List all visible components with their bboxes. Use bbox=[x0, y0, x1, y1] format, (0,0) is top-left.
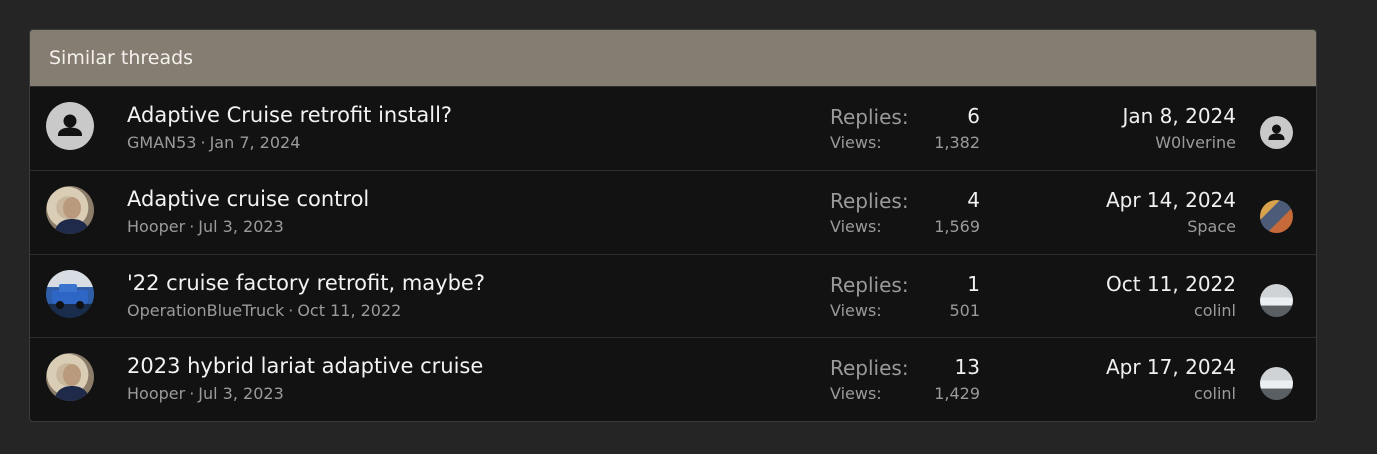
replies-label: Replies: bbox=[830, 188, 909, 213]
meta-separator: · bbox=[189, 384, 195, 404]
thread-row[interactable]: 2023 hybrid lariat adaptive cruise Hoope… bbox=[30, 337, 1316, 421]
replies-label: Replies: bbox=[830, 105, 909, 129]
last-post-date[interactable]: Oct 11, 2022 bbox=[1106, 272, 1236, 296]
thread-start-date[interactable]: Oct 11, 2022 bbox=[297, 301, 401, 320]
last-post-date[interactable]: Apr 14, 2024 bbox=[1106, 188, 1236, 212]
thread-title-link[interactable]: Adaptive cruise control bbox=[127, 187, 369, 211]
views-label: Views: bbox=[830, 216, 882, 236]
views-count: 1,382 bbox=[934, 133, 980, 152]
views-label: Views: bbox=[830, 300, 882, 320]
thread-row[interactable]: Adaptive cruise control Hooper · Jul 3, 20… bbox=[30, 169, 1316, 254]
views-count: 1,429 bbox=[934, 384, 980, 404]
thread-start-date[interactable]: Jan 7, 2024 bbox=[210, 133, 301, 152]
default-person-icon bbox=[1268, 124, 1285, 140]
thread-title-link[interactable]: Adaptive Cruise retrofit install? bbox=[127, 103, 452, 127]
views-label: Views: bbox=[830, 133, 882, 152]
thread-author-link[interactable]: Hooper bbox=[127, 217, 185, 236]
meta-separator: · bbox=[200, 133, 206, 152]
last-poster-link[interactable]: Space bbox=[1187, 217, 1236, 236]
thread-meta: Hooper · Jul 3, 2023 bbox=[127, 384, 284, 403]
meta-separator: · bbox=[189, 216, 195, 236]
author-avatar[interactable] bbox=[46, 353, 94, 402]
similar-threads-block: Similar threads Adaptive Cruise retrofit… bbox=[29, 29, 1317, 422]
views-label: Views: bbox=[830, 384, 882, 404]
meta-separator: · bbox=[288, 300, 294, 320]
user-photo-icon bbox=[54, 364, 90, 402]
thread-author-link[interactable]: Hooper bbox=[127, 384, 185, 403]
block-title: Similar threads bbox=[49, 47, 194, 69]
last-post-date[interactable]: Jan 8, 2024 bbox=[1122, 104, 1236, 128]
thread-title-link[interactable]: '22 cruise factory retrofit, maybe? bbox=[127, 271, 485, 295]
block-header: Similar threads bbox=[30, 30, 1316, 86]
author-avatar[interactable] bbox=[46, 185, 94, 234]
thread-title-link[interactable]: 2023 hybrid lariat adaptive cruise bbox=[127, 354, 483, 378]
last-poster-avatar[interactable] bbox=[1260, 367, 1293, 401]
last-poster-link[interactable]: W0lverine bbox=[1155, 133, 1236, 152]
last-poster-avatar[interactable] bbox=[1260, 116, 1293, 149]
thread-row[interactable]: '22 cruise factory retrofit, maybe? Oper… bbox=[30, 253, 1316, 338]
thread-author-link[interactable]: GMAN53 bbox=[127, 133, 196, 152]
thread-row[interactable]: Adaptive Cruise retrofit install? GMAN53… bbox=[30, 86, 1316, 170]
thread-meta: OperationBlueTruck · Oct 11, 2022 bbox=[127, 301, 401, 320]
last-poster-avatar[interactable] bbox=[1260, 199, 1293, 233]
default-person-icon bbox=[58, 114, 82, 136]
thread-author-link[interactable]: OperationBlueTruck bbox=[127, 301, 284, 320]
truck-photo-icon bbox=[52, 283, 88, 309]
replies-count: 4 bbox=[967, 187, 980, 212]
replies-count: 13 bbox=[954, 355, 980, 380]
thread-meta: Hooper · Jul 3, 2023 bbox=[127, 217, 284, 236]
last-poster-avatar[interactable] bbox=[1260, 283, 1293, 317]
replies-label: Replies: bbox=[830, 356, 909, 381]
replies-label: Replies: bbox=[830, 272, 909, 297]
thread-start-date[interactable]: Jul 3, 2023 bbox=[198, 217, 283, 236]
user-photo-icon bbox=[54, 196, 90, 234]
last-post-date[interactable]: Apr 17, 2024 bbox=[1106, 355, 1236, 379]
last-poster-link[interactable]: colinl bbox=[1194, 301, 1236, 320]
views-count: 501 bbox=[949, 300, 980, 320]
replies-count: 1 bbox=[967, 271, 980, 296]
author-avatar[interactable] bbox=[46, 102, 94, 150]
views-count: 1,569 bbox=[934, 216, 980, 236]
author-avatar[interactable] bbox=[46, 269, 94, 318]
replies-count: 6 bbox=[967, 104, 980, 128]
thread-start-date[interactable]: Jul 3, 2023 bbox=[198, 384, 283, 403]
last-poster-link[interactable]: colinl bbox=[1194, 384, 1236, 403]
thread-meta: GMAN53 · Jan 7, 2024 bbox=[127, 133, 300, 152]
